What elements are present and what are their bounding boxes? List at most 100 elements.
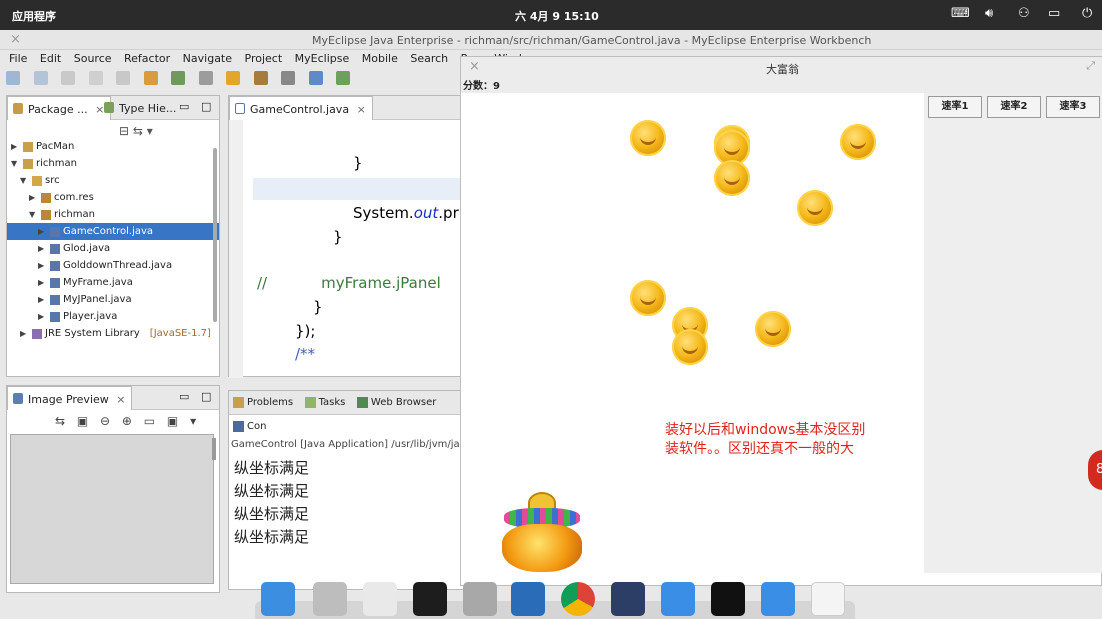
tab-image-preview[interactable]: Image Preview ×	[7, 386, 133, 410]
code-line[interactable]: }	[313, 298, 323, 316]
save-all-icon[interactable]	[88, 71, 103, 85]
close-icon[interactable]: ×	[116, 393, 125, 406]
box-icon[interactable]	[253, 71, 268, 85]
menu-mobile[interactable]: Mobile	[362, 50, 398, 67]
preview-scrollbar[interactable]	[212, 438, 216, 460]
code-line[interactable]: System.out.pr	[353, 204, 459, 222]
tree-item[interactable]: ▼ src	[7, 172, 219, 189]
tree-scrollbar[interactable]	[213, 148, 217, 322]
maximize-icon[interactable]: ⤢	[1086, 59, 1095, 73]
menu-project[interactable]: Project	[245, 50, 283, 67]
tab-type-hierarchy[interactable]: Type Hie...	[99, 96, 182, 120]
code-line[interactable]: // myFrame.jPanel	[257, 274, 441, 292]
minimize-icon[interactable]: ▭	[179, 390, 189, 403]
expanded-arrow-icon[interactable]: ▼	[29, 206, 35, 223]
speed-1-button[interactable]: 速率1	[928, 96, 982, 118]
battery-icon[interactable]: ▭	[1048, 6, 1060, 21]
close-icon[interactable]: ×	[469, 59, 480, 74]
speed-3-button[interactable]: 速率3	[1046, 96, 1100, 118]
writer-alt-icon[interactable]	[761, 582, 795, 616]
tree-item[interactable]: ▶ PacMan	[7, 138, 219, 155]
browser-icon[interactable]	[281, 71, 295, 85]
toggle-icon[interactable]	[363, 582, 397, 616]
power-icon[interactable]: ⏻	[1082, 6, 1092, 21]
package-icon[interactable]	[226, 71, 240, 85]
tab-package-explorer[interactable]: Package ... ×	[7, 96, 112, 120]
code-line[interactable]: }	[333, 228, 343, 246]
menu-navigate[interactable]: Navigate	[183, 50, 232, 67]
print-icon[interactable]	[116, 71, 130, 85]
collapsed-arrow-icon[interactable]: ▶	[38, 274, 44, 291]
menu-search[interactable]: Search	[410, 50, 448, 67]
tree-item[interactable]: ▼ richman	[7, 155, 219, 172]
deploy-icon[interactable]	[171, 71, 185, 85]
collapsed-arrow-icon[interactable]: ▶	[29, 189, 35, 206]
collapsed-arrow-icon[interactable]: ▶	[38, 257, 44, 274]
collapsed-arrow-icon[interactable]: ▶	[38, 223, 44, 240]
tree-item[interactable]: ▶ GolddownThread.java	[7, 257, 219, 274]
expanded-arrow-icon[interactable]: ▼	[11, 155, 17, 172]
maximize-icon[interactable]: □	[201, 100, 211, 113]
menu-myeclipse[interactable]: MyEclipse	[295, 50, 350, 67]
external-tools-icon[interactable]	[336, 71, 350, 85]
tree-item[interactable]: ▶ JRE System Library [JavaSE-1.7]	[7, 325, 219, 342]
game-title-bar[interactable]: × 大富翁 ⤢	[461, 57, 1102, 77]
menu-edit[interactable]: Edit	[40, 50, 61, 67]
close-icon[interactable]: ×	[10, 32, 21, 47]
network-icon[interactable]: ⚇	[1018, 6, 1030, 21]
save-icon[interactable]	[61, 71, 75, 85]
maximize-icon[interactable]: □	[201, 390, 211, 403]
applications-menu[interactable]: 应用程序	[12, 8, 56, 24]
keyboard-icon[interactable]: ⌨	[951, 6, 970, 21]
collapsed-arrow-icon[interactable]: ▶	[38, 291, 44, 308]
notification-badge[interactable]: 8	[1088, 450, 1102, 490]
tree-item[interactable]: ▶ GameControl.java	[7, 223, 219, 240]
volume-icon[interactable]: 🔊︎	[985, 6, 993, 21]
chrome-icon[interactable]	[561, 582, 595, 616]
menu-file[interactable]: File	[9, 50, 27, 67]
tab-problems[interactable]: Problems	[229, 391, 297, 415]
menu-source[interactable]: Source	[74, 50, 112, 67]
code-line[interactable]: /**	[295, 345, 315, 363]
tree-item[interactable]: ▼ richman	[7, 206, 219, 223]
virtualbox-icon[interactable]	[511, 582, 545, 616]
tree-item[interactable]: ▶ MyFrame.java	[7, 274, 219, 291]
installer-icon[interactable]	[463, 582, 497, 616]
tab-web-browser[interactable]: Web Browser	[353, 391, 441, 415]
eclipse-title-bar[interactable]: × MyEclipse Java Enterprise - richman/sr…	[0, 30, 1102, 50]
new-icon[interactable]	[6, 71, 20, 85]
new-project-icon[interactable]	[33, 71, 48, 85]
collapse-all-icon[interactable]: ⊟ ⇆ ▾	[119, 124, 153, 138]
tree-item[interactable]: ▶ com.res	[7, 189, 219, 206]
problems-icon	[233, 397, 244, 408]
tab-gamecontrol-java[interactable]: GameControl.java ×	[229, 96, 373, 120]
server-icon[interactable]	[198, 71, 213, 85]
tree-item[interactable]: ▶ Glod.java	[7, 240, 219, 257]
speed-2-button[interactable]: 速率2	[987, 96, 1041, 118]
expanded-arrow-icon[interactable]: ▼	[20, 172, 26, 189]
collapsed-arrow-icon[interactable]: ▶	[38, 240, 44, 257]
workspace-switcher-icon[interactable]	[261, 582, 295, 616]
tree-item[interactable]: ▶ MyJPanel.java	[7, 291, 219, 308]
terminal-icon[interactable]	[413, 582, 447, 616]
collapsed-arrow-icon[interactable]: ▶	[11, 138, 17, 155]
run-icon[interactable]	[308, 71, 323, 85]
code-line[interactable]: });	[295, 322, 315, 340]
code-line[interactable]: }	[353, 154, 363, 172]
tab-console[interactable]: Con	[229, 415, 271, 439]
minimize-icon[interactable]: ▭	[179, 100, 189, 113]
collapsed-arrow-icon[interactable]: ▶	[20, 325, 26, 342]
close-icon[interactable]: ×	[357, 103, 366, 116]
tree-item[interactable]: ▶ Player.java	[7, 308, 219, 325]
debug-icon[interactable]	[143, 71, 158, 85]
files-icon[interactable]	[313, 582, 347, 616]
java-icon[interactable]	[811, 582, 845, 616]
tab-tasks[interactable]: Tasks	[301, 391, 350, 415]
webstorm-icon[interactable]	[711, 582, 745, 616]
menu-refactor[interactable]: Refactor	[124, 50, 170, 67]
collapsed-arrow-icon[interactable]: ▶	[38, 308, 44, 325]
clock[interactable]: 六 4月 9 15:10	[515, 8, 599, 24]
zoom-toolbar[interactable]: ⇆ ▣ ⊖ ⊕ ▭ ▣ ▾	[55, 414, 200, 428]
writer-icon[interactable]	[661, 582, 695, 616]
eclipse-8-icon[interactable]	[611, 582, 645, 616]
